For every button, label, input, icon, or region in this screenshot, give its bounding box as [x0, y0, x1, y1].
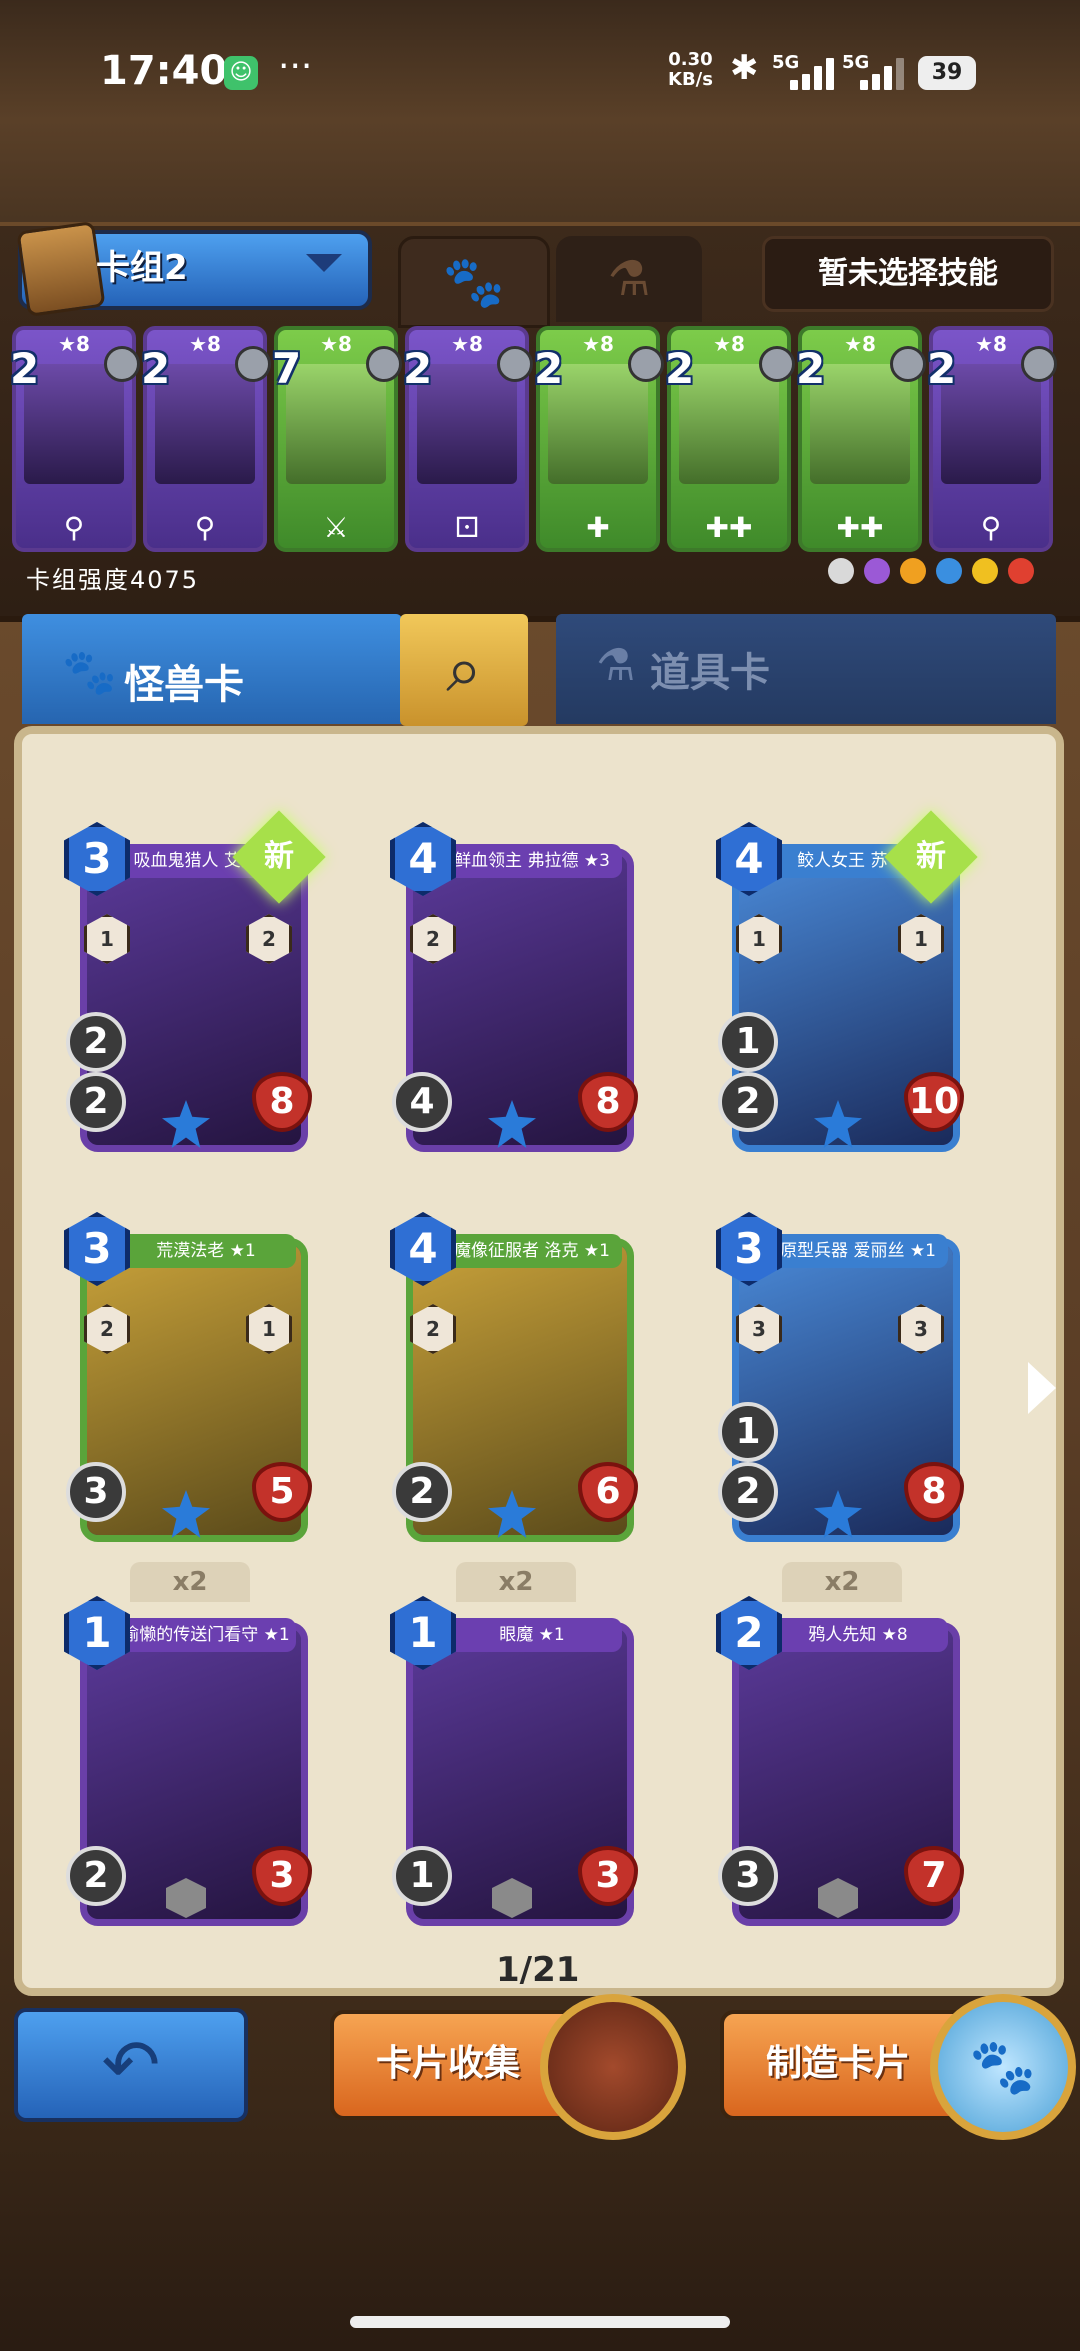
- new-badge-label: 新: [264, 839, 294, 874]
- card-extra-stat: 1: [718, 1012, 778, 1072]
- new-badge: 新: [232, 810, 326, 904]
- card-attack: 2: [718, 1462, 778, 1522]
- card-title: 魔像征服者 洛克 ★1: [442, 1234, 622, 1268]
- monster-card[interactable]: 鲛人女王 苏 ★1 4 1 1 1 2 10 新: [712, 810, 978, 1162]
- craft-card-label: 制造卡片: [766, 2043, 911, 2084]
- monster-card[interactable]: 鲜血领主 弗拉德 ★3 4 2 4 8: [386, 822, 640, 1162]
- potion-paw-icon[interactable]: 🐾: [930, 1994, 1076, 2140]
- card-attack: 2: [392, 1462, 452, 1522]
- new-badge-label: 新: [916, 839, 946, 874]
- card-attack: 3: [718, 1846, 778, 1906]
- card-attack: 4: [392, 1072, 452, 1132]
- card-book-icon[interactable]: [540, 1994, 686, 2140]
- card-collection-label: 卡片收集: [376, 2043, 521, 2084]
- card-attack: 2: [66, 1072, 126, 1132]
- card-attack: 2: [66, 1846, 126, 1906]
- new-badge: 新: [884, 810, 978, 904]
- card-attack: 2: [718, 1072, 778, 1132]
- card-attack: 1: [392, 1846, 452, 1906]
- monster-card[interactable]: 吸血鬼猎人 艾斯 ★ 3 1 2 2 2 8 新: [60, 810, 326, 1162]
- page-indicator: 1/21: [496, 1950, 580, 1990]
- monster-card[interactable]: 魔像征服者 洛克 ★1 4 2 2 6: [386, 1212, 640, 1552]
- monster-card[interactable]: 原型兵器 爱丽丝 ★1 3 3 3 1 2 8: [712, 1212, 966, 1552]
- card-count: x2: [782, 1562, 902, 1602]
- card-extra-stat: 2: [66, 1012, 126, 1072]
- monster-card[interactable]: 荒漠法老 ★1 3 2 1 3 5: [60, 1212, 314, 1552]
- card-count: x2: [456, 1562, 576, 1602]
- card-grid: 吸血鬼猎人 艾斯 ★ 3 1 2 2 2 8 新鲜血领主 弗拉德 ★3 4 2 4 8 鲛人女王 苏 ★…: [0, 0, 1080, 2000]
- back-button[interactable]: ↶: [14, 2008, 248, 2122]
- card-title: 鲜血领主 弗拉德 ★3: [442, 844, 622, 878]
- home-indicator[interactable]: [350, 2316, 730, 2328]
- monster-card[interactable]: x2 偷懒的传送门看守 ★1 1 2 3: [60, 1562, 314, 1936]
- monster-card[interactable]: x2 眼魔 ★1 1 1 3: [386, 1562, 640, 1936]
- monster-card[interactable]: x2 鸦人先知 ★8 2 3 7: [712, 1562, 966, 1936]
- card-title: 荒漠法老 ★1: [116, 1234, 296, 1268]
- card-title: 鸦人先知 ★8: [768, 1618, 948, 1652]
- next-page-arrow-icon[interactable]: [1028, 1362, 1056, 1414]
- card-count: x2: [130, 1562, 250, 1602]
- card-extra-stat: 1: [718, 1402, 778, 1462]
- card-title: 眼魔 ★1: [442, 1618, 622, 1652]
- back-arrow-icon: ↶: [101, 2024, 161, 2106]
- card-title: 原型兵器 爱丽丝 ★1: [768, 1234, 948, 1268]
- card-title: 偷懒的传送门看守 ★1: [116, 1618, 296, 1652]
- card-attack: 3: [66, 1462, 126, 1522]
